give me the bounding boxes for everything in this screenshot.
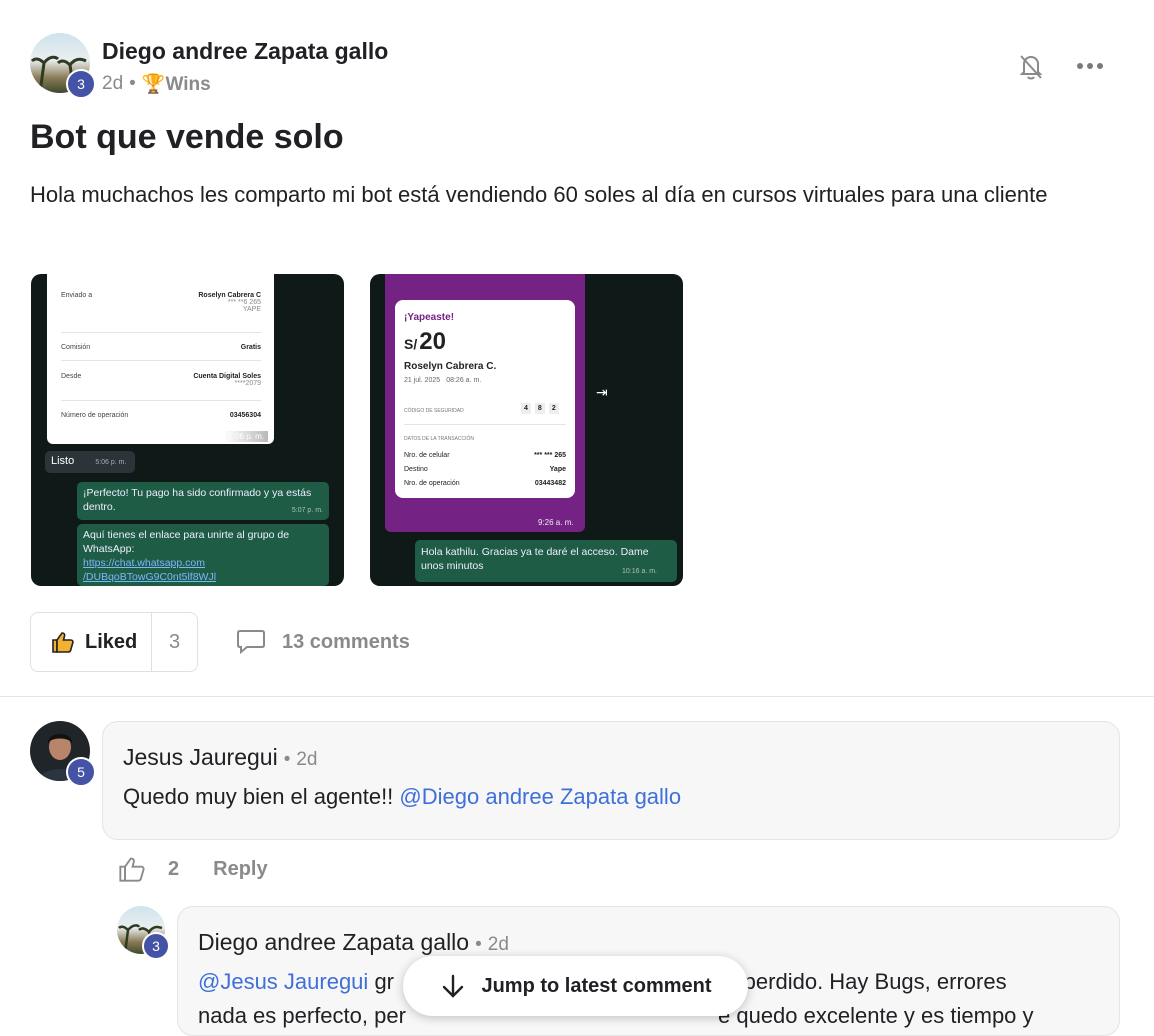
date: 21 jul. 2025 bbox=[404, 377, 441, 384]
wa-msg-time: 10:16 a. m. bbox=[621, 568, 657, 575]
card-label: Enviado a bbox=[61, 292, 93, 299]
wa-msg-reply: Hola kathilu. Gracias ya te daré el acce… bbox=[415, 540, 677, 582]
tx-label: DATOS DE LA TRANSACCIÓN bbox=[404, 436, 475, 442]
reply-text: e quedo excelente y es tiempo y bbox=[718, 1003, 1034, 1028]
time: 08:26 a. m. bbox=[446, 377, 482, 384]
arrow-down-icon bbox=[443, 974, 464, 998]
image-time: 9:26 a. m. bbox=[538, 518, 574, 527]
reply-author[interactable]: Diego andree Zapata gallo bbox=[198, 929, 469, 956]
comment-text: Quedo muy bien el agente!! bbox=[123, 784, 394, 809]
listo-text: Listo bbox=[51, 455, 75, 467]
thumbs-up-filled-icon bbox=[52, 632, 74, 653]
recipient-name: Roselyn Cabrera C. bbox=[404, 361, 497, 372]
trophy-icon: 🏆 bbox=[141, 74, 166, 95]
post-author-name[interactable]: Diego andree Zapata gallo bbox=[102, 38, 388, 65]
liked-label: Liked bbox=[85, 630, 138, 653]
reply-author-level-badge: 3 bbox=[142, 932, 170, 960]
post-title: Bot que vende solo bbox=[30, 118, 344, 156]
jump-to-latest-comment-button[interactable]: Jump to latest comment bbox=[403, 956, 748, 1016]
thumbs-up-icon[interactable] bbox=[118, 855, 146, 883]
like-count[interactable]: 3 bbox=[152, 631, 197, 654]
tx-row-label: Nro. de operación bbox=[404, 480, 460, 487]
comments-link[interactable]: 13 comments bbox=[236, 628, 410, 656]
card-label: Comisión bbox=[61, 344, 91, 351]
post-image-yape-receipt[interactable]: ¡Yapeaste! S/ 20 Roselyn Cabrera C. 21 j… bbox=[370, 274, 683, 586]
jump-label: Jump to latest comment bbox=[481, 974, 712, 997]
author-level-badge: 3 bbox=[66, 69, 96, 99]
commenter-level-badge: 5 bbox=[66, 757, 96, 787]
reply-text: gr bbox=[374, 969, 394, 994]
like-button[interactable]: Liked 3 bbox=[30, 612, 198, 672]
listo-bubble: Listo 5:06 p. m. bbox=[45, 451, 135, 473]
comment-bubble-icon bbox=[237, 630, 265, 655]
wa-link: https://chat.whatsapp.com bbox=[83, 557, 205, 569]
yape-card: ¡Yapeaste! S/ 20 Roselyn Cabrera C. 21 j… bbox=[395, 300, 575, 498]
card-label: Número de operación bbox=[61, 412, 129, 419]
tx-row-label: Destino bbox=[404, 466, 428, 473]
security-digits: 4 8 2 bbox=[521, 403, 559, 414]
comment-mention[interactable]: @Diego andree Zapata gallo bbox=[399, 784, 681, 809]
card-value: Gratis bbox=[240, 344, 261, 351]
reply-text: nada es perfecto, per bbox=[198, 1003, 406, 1028]
card-label: Desde bbox=[61, 373, 82, 380]
tx-row-value: *** *** 265 bbox=[534, 452, 566, 459]
card-value: Roselyn Cabrera C bbox=[198, 292, 261, 299]
reply-text: ra perdido. Hay Bugs, errores bbox=[718, 969, 1007, 994]
wa-msg-time: 5:07 p. m. bbox=[291, 507, 323, 514]
comment-author[interactable]: Jesus Jauregui bbox=[123, 744, 278, 771]
wa-msg-text: Hola kathilu. Gracias ya te daré el acce… bbox=[421, 546, 649, 572]
category-label: Wins bbox=[165, 74, 211, 95]
wa-msg-confirm: ¡Perfecto! Tu pago ha sido confirmado y … bbox=[77, 482, 329, 520]
card-value: 03456304 bbox=[229, 412, 261, 419]
post-category[interactable]: 🏆Wins bbox=[142, 72, 211, 96]
wa-msg-link: Aquí tienes el enlace para unirte al gru… bbox=[77, 524, 329, 586]
comment-actions: 2 Reply bbox=[118, 855, 268, 883]
post-body: Hola muchachos les comparto mi bot está … bbox=[30, 182, 1048, 207]
forward-icon: ⇥ bbox=[257, 296, 269, 312]
card-value: Cuenta Digital Soles bbox=[193, 373, 261, 380]
meta-separator: • bbox=[475, 934, 482, 955]
security-digit: 8 bbox=[534, 403, 545, 414]
reply-mention[interactable]: @Jesus Jauregui bbox=[198, 969, 368, 994]
wa-msg-text: ¡Perfecto! Tu pago ha sido confirmado y … bbox=[83, 487, 312, 513]
post-image-whatsapp-payment[interactable]: Enviado a Roselyn Cabrera C *** **6 265 … bbox=[31, 274, 344, 586]
post-meta: 2d • 🏆Wins bbox=[102, 72, 211, 96]
security-digit: 2 bbox=[548, 403, 559, 414]
security-digit: 4 bbox=[521, 403, 531, 414]
reply-time: 2d bbox=[487, 934, 509, 955]
card-time: 5:06 p. m. bbox=[224, 431, 268, 442]
comment-like-count: 2 bbox=[168, 857, 180, 880]
tx-row-value: 03443482 bbox=[534, 480, 566, 487]
comment-time: 2d bbox=[296, 749, 318, 770]
comments-count: 13 comments bbox=[282, 630, 410, 653]
card-sub: ****2079 bbox=[234, 380, 261, 387]
yapeaste-label: ¡Yapeaste! bbox=[404, 312, 455, 323]
security-label: CÓDIGO DE SEGURIDAD bbox=[404, 408, 464, 414]
tx-row-label: Nro. de celular bbox=[404, 452, 450, 459]
currency: S/ bbox=[404, 336, 418, 352]
listo-time: 5:06 p. m. bbox=[95, 459, 127, 466]
forward-icon: ⇥ bbox=[596, 384, 608, 400]
section-divider bbox=[0, 696, 1154, 697]
reply-button[interactable]: Reply bbox=[213, 858, 267, 881]
post-time: 2d bbox=[102, 73, 124, 94]
meta-separator: • bbox=[129, 73, 136, 94]
wa-link: /DUBqoBTowG9C0nt5lf8WJl bbox=[83, 571, 217, 583]
amount: 20 bbox=[419, 328, 446, 355]
transfer-card: Enviado a Roselyn Cabrera C *** **6 265 … bbox=[47, 274, 274, 444]
more-options-icon[interactable] bbox=[1076, 56, 1104, 76]
comment-bubble: Jesus Jauregui • 2d Quedo muy bien el ag… bbox=[102, 721, 1120, 840]
bell-off-icon[interactable] bbox=[1015, 50, 1047, 82]
tx-row-value: Yape bbox=[549, 466, 566, 473]
wa-msg-text: Aquí tienes el enlace para unirte al gru… bbox=[83, 529, 290, 555]
meta-separator: • bbox=[283, 749, 291, 770]
